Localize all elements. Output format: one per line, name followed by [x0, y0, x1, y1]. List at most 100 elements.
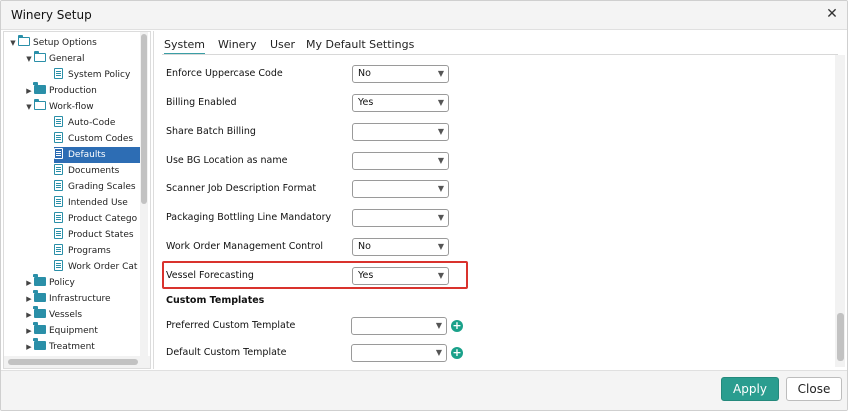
document-icon — [54, 180, 63, 191]
tree-item-label: Policy — [49, 278, 75, 288]
chevron-right-icon[interactable]: ▶ — [24, 275, 34, 291]
tree-item-custom-codes[interactable]: Custom Codes — [54, 131, 133, 147]
folder-icon — [33, 322, 46, 334]
document-icon — [54, 244, 63, 255]
tree-item-label: General — [49, 54, 85, 64]
setting-label-share-batch-billing: Share Batch Billing — [166, 126, 256, 137]
vessel-forecasting-select[interactable]: Yes ▼ — [352, 267, 449, 285]
tree-item-equipment[interactable]: ▶ Equipment — [24, 322, 98, 339]
tab-user[interactable]: User — [270, 37, 295, 55]
setup-tree-panel: ▼ Setup Options ▼ General System Policy ▶ Prod… — [3, 31, 151, 369]
tree-item-product-states[interactable]: Product States — [54, 227, 134, 243]
work-order-management-control-select[interactable]: No ▼ — [352, 238, 449, 256]
billing-enabled-select[interactable]: Yes ▼ — [352, 94, 449, 112]
preferred-custom-template-select[interactable]: ▼ — [351, 317, 447, 335]
select-value: No — [358, 68, 371, 79]
select-value: No — [358, 241, 371, 252]
tree-item-system-policy[interactable]: System Policy — [54, 67, 130, 83]
document-icon — [54, 228, 63, 239]
tree-item-treatment[interactable]: ▶ Treatment — [24, 338, 95, 355]
tree-item-label: System Policy — [68, 70, 131, 80]
tree-item-programs[interactable]: Programs — [54, 243, 111, 259]
tree-item-grading-scales[interactable]: Grading Scales — [54, 179, 136, 195]
chevron-down-icon: ▼ — [437, 242, 444, 251]
tab-winery[interactable]: Winery — [218, 37, 256, 55]
setting-label-packaging-bottling-line-mandatory: Packaging Bottling Line Mandatory — [166, 212, 332, 223]
share-batch-billing-select[interactable]: ▼ — [352, 123, 449, 141]
chevron-right-icon[interactable]: ▶ — [24, 83, 34, 99]
dialog-footer: Apply Close — [1, 370, 847, 410]
document-icon — [54, 260, 63, 271]
document-icon — [54, 116, 63, 127]
tree-horizontal-scroll-thumb[interactable] — [8, 359, 138, 365]
setting-label-work-order-management-control: Work Order Management Control — [166, 241, 324, 252]
settings-vertical-scroll-thumb[interactable] — [837, 313, 844, 361]
title-bar: Winery Setup ✕ — [1, 1, 847, 30]
default-custom-template-select[interactable]: ▼ — [351, 344, 447, 362]
use-bg-location-as-name-select[interactable]: ▼ — [352, 152, 449, 170]
chevron-down-icon: ▼ — [437, 271, 444, 280]
chevron-down-icon[interactable]: ▼ — [24, 99, 34, 115]
chevron-down-icon: ▼ — [437, 156, 444, 165]
settings-vertical-scrollbar[interactable] — [835, 55, 845, 367]
tree-item-label: Infrastructure — [49, 294, 111, 304]
tree-item-policy[interactable]: ▶ Policy — [24, 274, 75, 291]
document-icon — [54, 196, 63, 207]
add-default-template-icon[interactable]: + — [451, 347, 463, 359]
chevron-down-icon: ▼ — [437, 98, 444, 107]
tree-item-label: Product States — [68, 230, 134, 240]
tree-item-production[interactable]: ▶ Production — [24, 82, 97, 99]
select-value: Yes — [358, 97, 374, 108]
enforce-uppercase-code-select[interactable]: No ▼ — [352, 65, 449, 83]
setup-tree: ▼ Setup Options ▼ General System Policy ▶ Prod… — [4, 32, 140, 356]
dialog-title: Winery Setup — [11, 8, 92, 22]
tree-item-general[interactable]: ▼ General — [24, 51, 84, 67]
tree-item-label: Defaults — [68, 150, 106, 160]
folder-icon — [33, 338, 46, 350]
document-icon — [54, 212, 63, 223]
tab-my-default-settings[interactable]: My Default Settings — [306, 37, 414, 55]
setting-label-default-custom-template: Default Custom Template — [166, 347, 287, 358]
setting-label-use-bg-location-as-name: Use BG Location as name — [166, 155, 288, 166]
document-icon — [54, 148, 63, 159]
tree-item-label: Custom Codes — [68, 134, 134, 144]
setting-label-scanner-job-description-format: Scanner Job Description Format — [166, 183, 317, 194]
scanner-job-description-format-select[interactable]: ▼ — [352, 180, 449, 198]
folder-icon — [33, 82, 46, 94]
tree-item-infrastructure[interactable]: ▶ Infrastructure — [24, 290, 111, 307]
tree-item-work-flow[interactable]: ▼ Work-flow — [24, 99, 94, 115]
tree-vertical-scroll-thumb[interactable] — [141, 34, 147, 204]
add-preferred-template-icon[interactable]: + — [451, 320, 463, 332]
tree-item-work-order-cat[interactable]: Work Order Cat — [54, 259, 137, 275]
tree-item-product-catego[interactable]: Product Catego — [54, 211, 137, 227]
tree-item-vessels[interactable]: ▶ Vessels — [24, 306, 82, 323]
tree-item-setup-options[interactable]: ▼ Setup Options — [8, 35, 97, 51]
tree-item-intended-use[interactable]: Intended Use — [54, 195, 128, 211]
tree-vertical-scrollbar[interactable] — [140, 32, 148, 356]
tree-item-label: Treatment — [49, 342, 95, 352]
tree-item-label: Product Catego — [68, 214, 138, 224]
tree-horizontal-scrollbar[interactable] — [4, 356, 150, 368]
chevron-right-icon[interactable]: ▶ — [24, 339, 34, 355]
tree-item-auto-code[interactable]: Auto-Code — [54, 115, 115, 131]
folder-icon — [33, 306, 46, 318]
folder-open-icon — [18, 35, 30, 46]
apply-button[interactable]: Apply — [721, 377, 779, 401]
setting-label-preferred-custom-template: Preferred Custom Template — [166, 320, 296, 331]
chevron-down-icon: ▼ — [437, 184, 444, 193]
chevron-down-icon[interactable]: ▼ — [24, 51, 34, 67]
chevron-right-icon[interactable]: ▶ — [24, 291, 34, 307]
document-icon — [54, 68, 63, 79]
tab-system[interactable]: System — [164, 37, 206, 55]
chevron-right-icon[interactable]: ▶ — [24, 307, 34, 323]
packaging-bottling-line-mandatory-select[interactable]: ▼ — [352, 209, 449, 227]
settings-panel: System Winery User My Default Settings E… — [153, 31, 847, 369]
folder-open-icon — [34, 51, 46, 62]
close-icon[interactable]: ✕ — [825, 7, 839, 21]
chevron-down-icon: ▼ — [435, 348, 442, 357]
chevron-right-icon[interactable]: ▶ — [24, 323, 34, 339]
chevron-down-icon[interactable]: ▼ — [8, 35, 18, 51]
close-button[interactable]: Close — [786, 377, 842, 401]
tree-item-documents[interactable]: Documents — [54, 163, 119, 179]
tree-item-defaults[interactable]: Defaults — [54, 147, 140, 163]
